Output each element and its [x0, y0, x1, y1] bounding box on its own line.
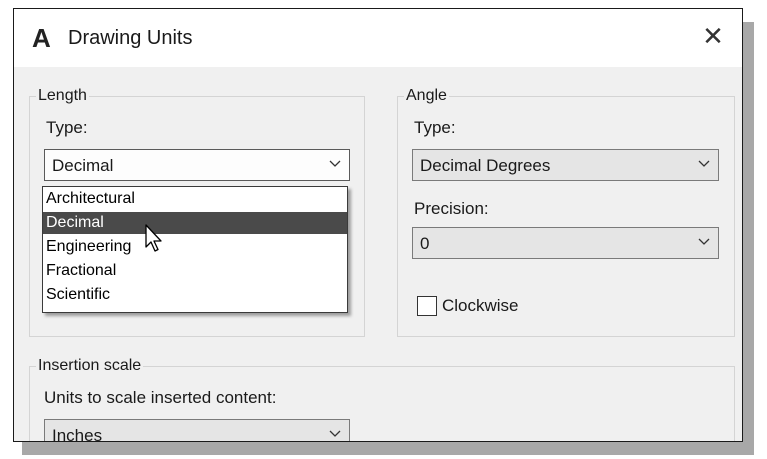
angle-type-label: Type:	[414, 118, 456, 137]
title-bar: A Drawing Units ✕	[14, 9, 742, 67]
length-type-dropdown-list: Architectural Decimal Engineering Fracti…	[42, 186, 348, 313]
dropdown-option-scientific[interactable]: Scientific	[43, 284, 347, 306]
precision-value: 0	[420, 234, 430, 253]
chevron-down-icon	[329, 160, 341, 167]
dropdown-option-engineering[interactable]: Engineering	[43, 236, 347, 258]
insertion-units-value: Inches	[52, 426, 103, 442]
precision-label: Precision:	[414, 199, 489, 218]
chevron-down-icon	[698, 238, 710, 245]
autocad-app-icon: A	[32, 23, 51, 53]
length-legend: Length	[38, 87, 87, 104]
dropdown-option-architectural[interactable]: Architectural	[43, 188, 347, 210]
angle-legend: Angle	[406, 87, 447, 104]
chevron-down-icon	[329, 430, 341, 437]
insertion-scale-legend: Insertion scale	[38, 357, 142, 374]
dropdown-option-fractional[interactable]: Fractional	[43, 260, 347, 282]
insertion-units-select[interactable]: Inches	[44, 419, 350, 442]
dropdown-option-decimal[interactable]: Decimal	[43, 212, 347, 234]
close-icon[interactable]: ✕	[698, 21, 728, 51]
angle-type-value: Decimal Degrees	[420, 156, 551, 175]
length-type-value: Decimal	[52, 156, 114, 175]
drawing-units-dialog: A Drawing Units ✕ Length Type: Decimal A…	[13, 8, 743, 442]
mouse-pointer-icon	[145, 224, 162, 252]
length-type-select[interactable]: Decimal	[44, 149, 350, 181]
clockwise-label[interactable]: Clockwise	[442, 296, 519, 316]
angle-type-select[interactable]: Decimal Degrees	[412, 149, 719, 181]
clockwise-checkbox[interactable]	[417, 296, 437, 316]
chevron-down-icon	[698, 160, 710, 167]
precision-select[interactable]: 0	[412, 227, 719, 259]
dialog-title: Drawing Units	[68, 27, 193, 49]
insertion-units-label: Units to scale inserted content:	[44, 388, 277, 407]
length-type-label: Type:	[46, 118, 88, 137]
